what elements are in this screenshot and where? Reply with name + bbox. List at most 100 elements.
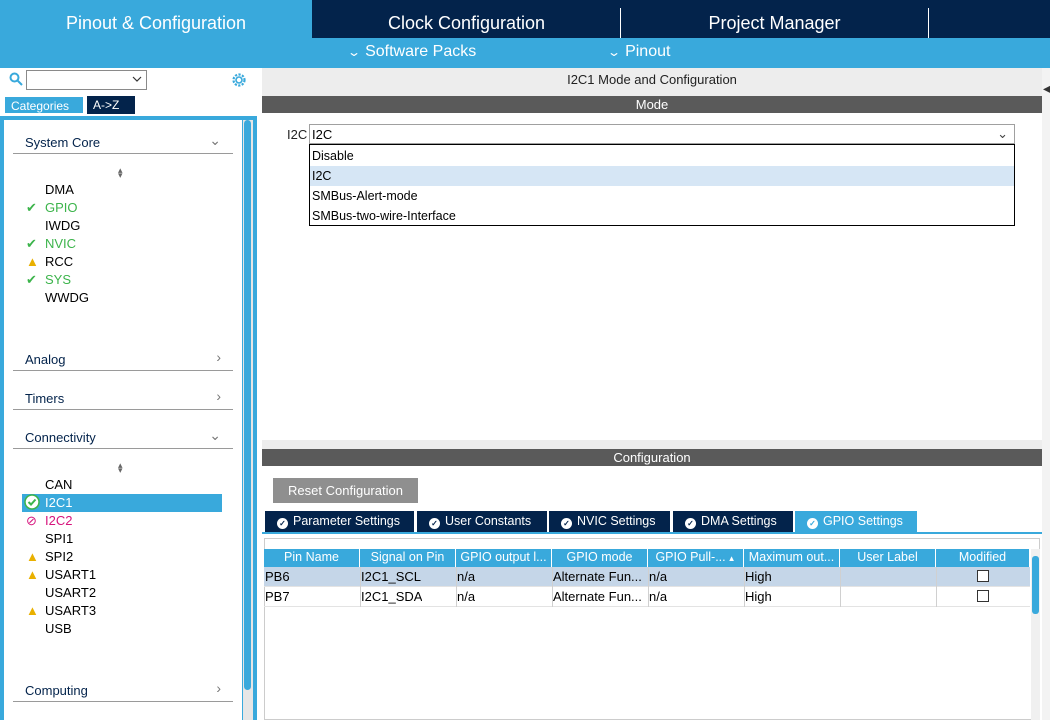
chevron-down-icon: ⌄ [997,126,1008,141]
cell-max-output: High [745,589,772,604]
section-connectivity[interactable]: Connectivity ⌄ [13,427,233,449]
list-item-dma[interactable]: DMA [22,181,222,199]
chevron-down-icon[interactable] [131,72,143,86]
check-icon: ✔ [26,200,37,215]
list-item-i2c2[interactable]: ⊘ I2C2 [22,512,222,530]
tab-underline [262,532,1042,534]
search-icon[interactable] [9,72,23,86]
list-item-usart2[interactable]: USART2 [22,584,222,602]
list-item-rcc[interactable]: ▲ RCC [22,253,222,271]
warning-icon: ▲ [26,254,39,269]
section-connectivity-label: Connectivity [25,430,96,445]
warning-icon: ▲ [26,567,39,582]
list-item-label: USART3 [45,603,97,618]
right-edge-strip [1042,68,1050,720]
tab-dma-settings[interactable]: ✓ DMA Settings [673,511,793,532]
column-header-gpio-mode[interactable]: GPIO mode [552,549,648,567]
dropdown-option-smbus-alert[interactable]: SMBus-Alert-mode [310,186,1014,206]
check-icon: ✓ [277,518,288,529]
tab-parameter-settings[interactable]: ✓ Parameter Settings [265,511,414,532]
column-header-modified[interactable]: Modified [936,549,1030,567]
table-row[interactable]: PB6 I2C1_SCL n/a Alternate Fun... n/a Hi… [264,567,1030,587]
list-item-iwdg[interactable]: IWDG [22,217,222,235]
dropdown-option-i2c[interactable]: I2C [310,166,1014,186]
cell-signal: I2C1_SCL [361,569,421,584]
column-header-signal[interactable]: Signal on Pin [360,549,456,567]
cell-pin-name: PB6 [265,569,290,584]
check-icon: ✓ [561,518,572,529]
column-header-output-level[interactable]: GPIO output l... [456,549,552,567]
tab-gpio-settings[interactable]: ✓ GPIO Settings [795,511,917,532]
blocked-icon: ⊘ [26,513,37,528]
tab-project-manager[interactable]: Project Manager [621,0,928,38]
list-item-label: SYS [45,272,72,287]
tab-divider [928,8,929,38]
list-item-spi2[interactable]: ▲ SPI2 [22,548,222,566]
column-divider [840,567,841,607]
list-item-label: I2C1 [45,495,73,510]
table-row[interactable]: PB7 I2C1_SDA n/a Alternate Fun... n/a Hi… [264,587,1030,607]
column-divider [744,567,745,607]
section-system-core[interactable]: System Core ⌄ [13,132,233,154]
list-item-can[interactable]: CAN [22,476,222,494]
collapse-arrow-icon[interactable]: ◀ [1043,80,1050,97]
top-tab-bar: Pinout & Configuration Clock Configurati… [0,0,1050,38]
list-item-spi1[interactable]: SPI1 [22,530,222,548]
list-item-i2c1[interactable]: I2C1 [22,494,222,512]
check-icon: ✓ [429,518,440,529]
configuration-header: Configuration [262,449,1042,466]
list-item-usart3[interactable]: ▲ USART3 [22,602,222,620]
software-packs-menu[interactable]: ⌄ Software Packs [347,43,476,61]
list-item-label: IWDG [45,218,81,233]
column-divider [648,567,649,607]
list-item-gpio[interactable]: ✔ GPIO [22,199,222,217]
column-divider [456,567,457,607]
column-header-pull[interactable]: GPIO Pull-... ▲ [648,549,744,567]
column-header-max-output[interactable]: Maximum out... [744,549,840,567]
cell-signal: I2C1_SDA [361,589,423,604]
tab-label: DMA Settings [701,514,777,528]
section-analog-label: Analog [25,352,66,367]
chevron-right-icon: › [216,388,221,404]
tab-nvic-settings[interactable]: ✓ NVIC Settings [549,511,670,532]
section-analog[interactable]: Analog › [13,349,233,371]
list-item-nvic[interactable]: ✔ NVIC [22,235,222,253]
list-item-sys[interactable]: ✔ SYS [22,271,222,289]
reset-configuration-button[interactable]: Reset Configuration [273,478,418,503]
tab-pinout-configuration[interactable]: Pinout & Configuration [0,0,312,38]
column-header-pull-label: GPIO Pull-... [655,550,726,564]
tab-clock-configuration[interactable]: Clock Configuration [313,0,620,38]
list-item-label: SPI2 [45,549,74,564]
dropdown-option-disable[interactable]: Disable [310,146,1014,166]
check-icon: ✔ [26,272,37,287]
list-item-label: USB [45,621,72,636]
modified-checkbox[interactable] [977,570,989,582]
sort-icon[interactable]: ▴ ▾ [118,166,123,180]
section-timers[interactable]: Timers › [13,388,233,410]
search-input[interactable] [26,70,147,90]
column-header-user-label[interactable]: User Label [840,549,936,567]
cell-gpio-mode: Alternate Fun... [553,569,642,584]
pinout-menu[interactable]: ⌄ Pinout [606,43,671,61]
tab-label: User Constants [445,514,532,528]
tab-label: NVIC Settings [577,514,656,528]
chevron-down-icon: ⌄ [606,45,622,59]
section-computing[interactable]: Computing › [13,680,233,702]
i2c-mode-select[interactable]: I2C ⌄ [309,124,1015,144]
tab-categories[interactable]: Categories [4,96,84,114]
gear-icon[interactable] [230,71,248,89]
list-item-label: WWDG [45,290,90,305]
left-scrollbar-thumb[interactable] [244,120,251,690]
list-item-wwdg[interactable]: WWDG [22,289,222,307]
tab-a-to-z[interactable]: A->Z [87,96,135,114]
i2c-mode-label: I2C [287,127,308,142]
column-header-pin-name[interactable]: Pin Name [264,549,360,567]
list-item-usart1[interactable]: ▲ USART1 [22,566,222,584]
dropdown-option-smbus-two-wire[interactable]: SMBus-two-wire-Interface [310,206,1014,226]
list-item-usb[interactable]: USB [22,620,222,638]
modified-checkbox[interactable] [977,590,989,602]
tab-user-constants[interactable]: ✓ User Constants [417,511,547,532]
table-scrollbar-thumb[interactable] [1032,556,1039,614]
sort-icon[interactable]: ▴ ▾ [118,461,123,475]
pinout-menu-label: Pinout [625,43,671,60]
